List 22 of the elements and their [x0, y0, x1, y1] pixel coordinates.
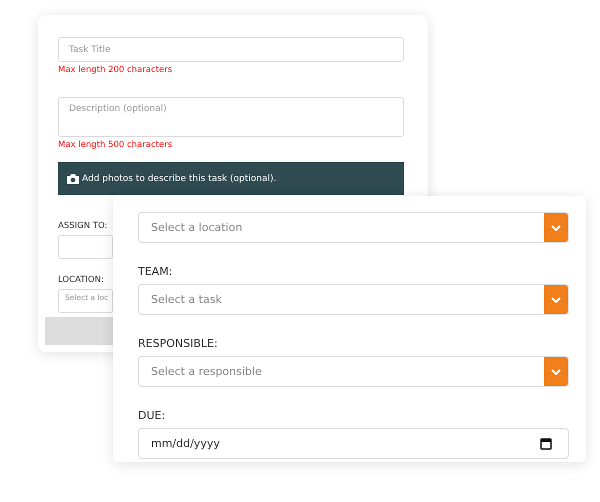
- camera-icon: [67, 174, 79, 184]
- field-label: LOCATION:: [58, 275, 104, 285]
- dropdown-button[interactable]: [544, 285, 568, 314]
- field-label: DUE:: [138, 409, 166, 422]
- error-message: Max length 500 characters: [58, 140, 174, 152]
- chevron-down-icon: [551, 368, 561, 374]
- dropdown-button[interactable]: [544, 357, 568, 386]
- task-title-field[interactable]: Task Title: [58, 37, 404, 62]
- description-field[interactable]: Description (optional): [58, 97, 404, 137]
- date-field[interactable]: mm/dd/yyyy: [138, 428, 569, 459]
- select-field[interactable]: Select a task: [138, 284, 569, 315]
- field-label: RESPONSIBLE:: [138, 337, 219, 350]
- field-label: ASSIGN TO:: [58, 221, 108, 231]
- select-field[interactable]: Select a responsible: [138, 356, 569, 387]
- chevron-down-icon: [551, 224, 561, 230]
- add-photos-button[interactable]: Add photos to describe this task (optional).: [58, 162, 404, 195]
- error-message: Max length 200 characters: [58, 65, 174, 77]
- chevron-down-icon: [551, 296, 561, 302]
- calendar-icon: [540, 437, 552, 450]
- field-label: TEAM:: [138, 265, 174, 278]
- dropdown-button[interactable]: [544, 213, 568, 242]
- select-field[interactable]: Select a location: [138, 212, 569, 243]
